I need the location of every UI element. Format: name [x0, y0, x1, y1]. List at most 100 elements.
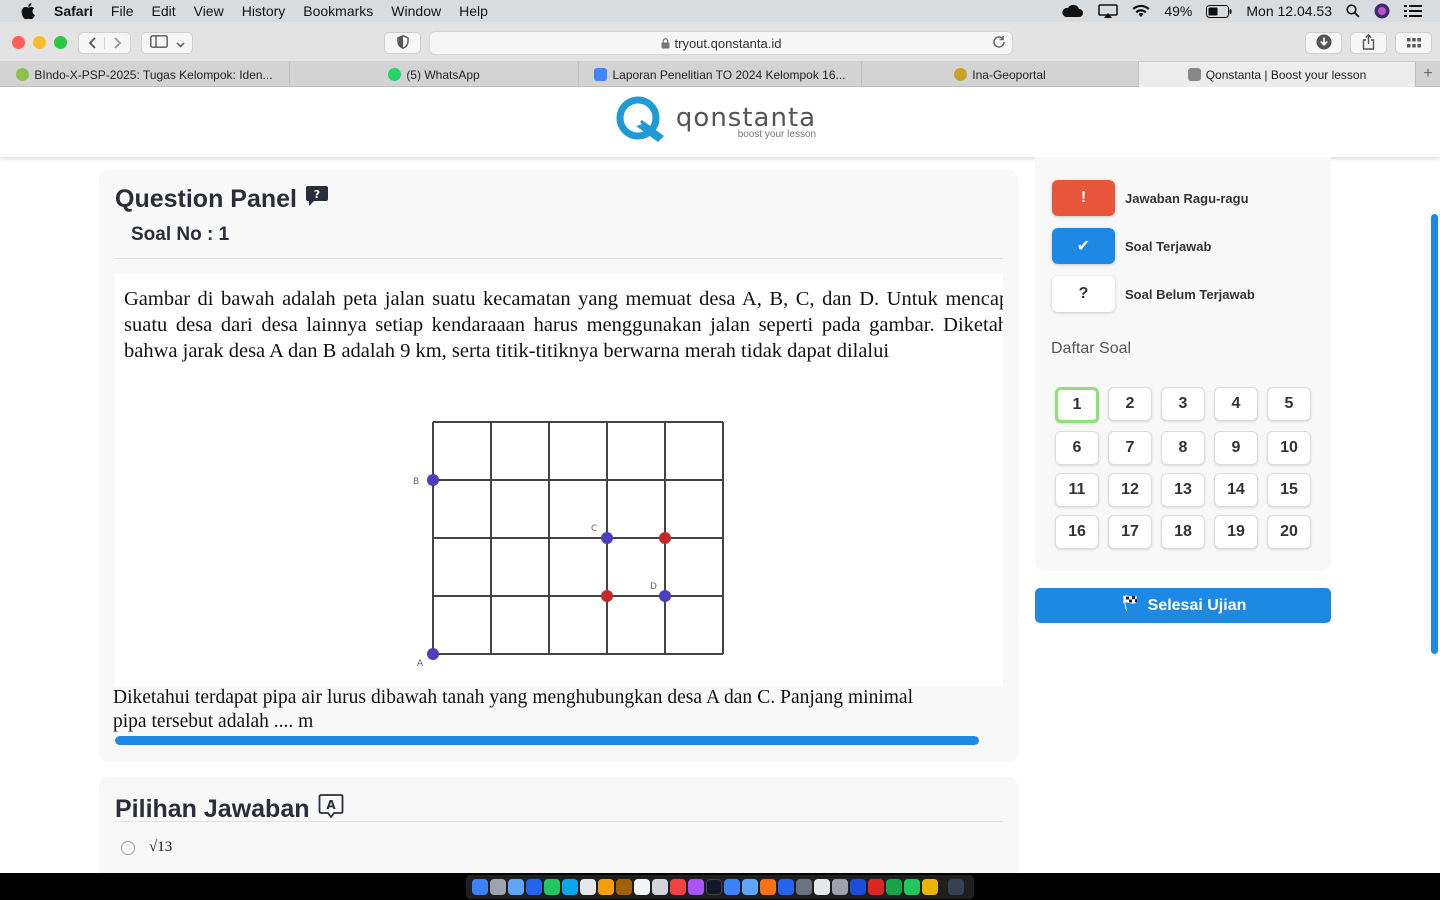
tv-icon[interactable] [706, 879, 722, 895]
label-b: B [413, 477, 419, 487]
share-icon [1362, 33, 1375, 53]
keynote-icon[interactable] [742, 879, 758, 895]
legend-ragu: ! Jawaban Ragu-ragu [1052, 180, 1249, 216]
launchpad-icon[interactable] [490, 879, 506, 895]
page-scrollbar[interactable] [1431, 214, 1438, 654]
utility-icon[interactable] [832, 879, 848, 895]
question-number-button-7[interactable]: 7 [1108, 431, 1152, 465]
preferences-icon[interactable] [796, 879, 812, 895]
photos-icon[interactable] [598, 879, 614, 895]
browser-toolbar: tryout.qonstanta.id [0, 22, 1440, 62]
calendar-icon[interactable] [634, 879, 650, 895]
question-number-button-2[interactable]: 2 [1108, 387, 1152, 421]
battery-icon[interactable] [1206, 4, 1232, 18]
control-center-icon[interactable] [1404, 4, 1422, 18]
question-number-button-11[interactable]: 11 [1055, 473, 1099, 507]
privacy-report-button[interactable] [384, 32, 421, 54]
question-number-button-16[interactable]: 16 [1055, 515, 1099, 549]
answer-option[interactable]: √13 [121, 839, 172, 856]
question-number-button-18[interactable]: 18 [1161, 515, 1205, 549]
excel-icon[interactable] [886, 879, 902, 895]
tab-whatsapp[interactable]: (5) WhatsApp [290, 62, 579, 87]
question-number-button-9[interactable]: 9 [1214, 431, 1258, 465]
messages-icon[interactable] [544, 879, 560, 895]
podcasts-icon[interactable] [688, 879, 704, 895]
menu-window[interactable]: Window [391, 3, 441, 19]
tab-laporan[interactable]: Laporan Penelitian TO 2024 Kelompok 16..… [579, 62, 862, 87]
menu-file[interactable]: File [111, 3, 134, 19]
apple-icon[interactable] [20, 3, 36, 19]
question-number-button-13[interactable]: 13 [1161, 473, 1205, 507]
mail-icon[interactable] [562, 879, 578, 895]
notes-app-icon[interactable] [616, 879, 632, 895]
qonstanta-logo[interactable]: qonstanta boost your lesson [614, 96, 816, 149]
safari-icon[interactable] [508, 879, 524, 895]
menu-history[interactable]: History [242, 3, 286, 19]
question-number-button-19[interactable]: 19 [1214, 515, 1258, 549]
tab-overview-button[interactable] [1395, 32, 1432, 54]
legend-label: Jawaban Ragu-ragu [1125, 190, 1249, 206]
question-number-button-6[interactable]: 6 [1055, 431, 1099, 465]
tab-bindo[interactable]: BIndo-X-PSP-2025: Tugas Kelompok: Iden..… [0, 62, 290, 87]
question-number-button-3[interactable]: 3 [1161, 387, 1205, 421]
spotify-icon[interactable] [904, 879, 920, 895]
sidebar-toggle-button[interactable] [141, 32, 193, 54]
tab-qonstanta[interactable]: Qonstanta | Boost your lesson [1139, 62, 1416, 87]
question-number-button-15[interactable]: 15 [1267, 473, 1311, 507]
trash-icon[interactable] [948, 879, 964, 895]
plus-icon: + [1423, 65, 1433, 82]
chrome-icon[interactable] [922, 879, 938, 895]
finish-exam-button[interactable]: Selesai Ujian [1035, 588, 1331, 623]
airplay-icon[interactable] [1098, 4, 1119, 18]
question-number-button-4[interactable]: 4 [1214, 387, 1258, 421]
powerpoint-icon[interactable] [868, 879, 884, 895]
divider [115, 821, 1003, 822]
numbers-icon[interactable] [724, 879, 740, 895]
menu-bookmarks[interactable]: Bookmarks [303, 3, 373, 19]
creative-cloud-icon[interactable] [1060, 4, 1084, 18]
reload-icon[interactable] [992, 35, 1006, 52]
question-panel: Question Panel ? Soal No : 1 Gambar di b… [99, 170, 1018, 762]
address-bar[interactable]: tryout.qonstanta.id [429, 31, 1013, 55]
siri-icon[interactable] [1374, 3, 1390, 19]
question-number-button-14[interactable]: 14 [1214, 473, 1258, 507]
tab-ina-geoportal[interactable]: Ina-Geoportal [862, 62, 1139, 87]
chevron-down-icon[interactable] [175, 36, 185, 51]
close-window-button[interactable] [12, 36, 25, 49]
app-icon[interactable] [778, 879, 794, 895]
wifi-icon[interactable] [1132, 4, 1150, 18]
maps-icon[interactable] [580, 879, 596, 895]
pages-icon[interactable] [760, 879, 776, 895]
question-number-button-8[interactable]: 8 [1161, 431, 1205, 465]
question-number-button-12[interactable]: 12 [1108, 473, 1152, 507]
app-store-icon[interactable] [526, 879, 542, 895]
question-number-button-1[interactable]: 1 [1055, 387, 1099, 423]
answer-option-label: √13 [149, 839, 173, 855]
question-number-grid: 1 2 3 4 5 6 7 8 9 10 11 12 13 14 15 16 17 18 19 20 [1055, 387, 1311, 549]
share-button[interactable] [1350, 32, 1387, 54]
music-icon[interactable] [670, 879, 686, 895]
finder-icon[interactable] [472, 879, 488, 895]
new-tab-button[interactable]: + [1416, 62, 1440, 86]
answer-radio[interactable] [121, 840, 135, 855]
menu-edit[interactable]: Edit [151, 3, 175, 19]
minimize-window-button[interactable] [33, 36, 46, 49]
question-scroll-progress[interactable] [115, 736, 979, 745]
menu-view[interactable]: View [194, 3, 224, 19]
question-number-button-5[interactable]: 5 [1267, 387, 1311, 421]
forward-icon[interactable] [104, 37, 130, 49]
menubar-clock[interactable]: Mon 12.04.53 [1246, 3, 1332, 19]
question-number-button-10[interactable]: 10 [1267, 431, 1311, 465]
preview-icon[interactable] [814, 879, 830, 895]
word-icon[interactable] [850, 879, 866, 895]
spotlight-search-icon[interactable] [1346, 4, 1360, 18]
reminders-icon[interactable] [652, 879, 668, 895]
menu-app-name[interactable]: Safari [54, 3, 93, 19]
question-number-button-17[interactable]: 17 [1108, 515, 1152, 549]
divider [115, 258, 1003, 259]
back-icon[interactable] [79, 37, 104, 49]
question-number-button-20[interactable]: 20 [1267, 515, 1311, 549]
menu-help[interactable]: Help [459, 3, 488, 19]
zoom-window-button[interactable] [54, 36, 67, 49]
downloads-button[interactable] [1305, 32, 1342, 54]
